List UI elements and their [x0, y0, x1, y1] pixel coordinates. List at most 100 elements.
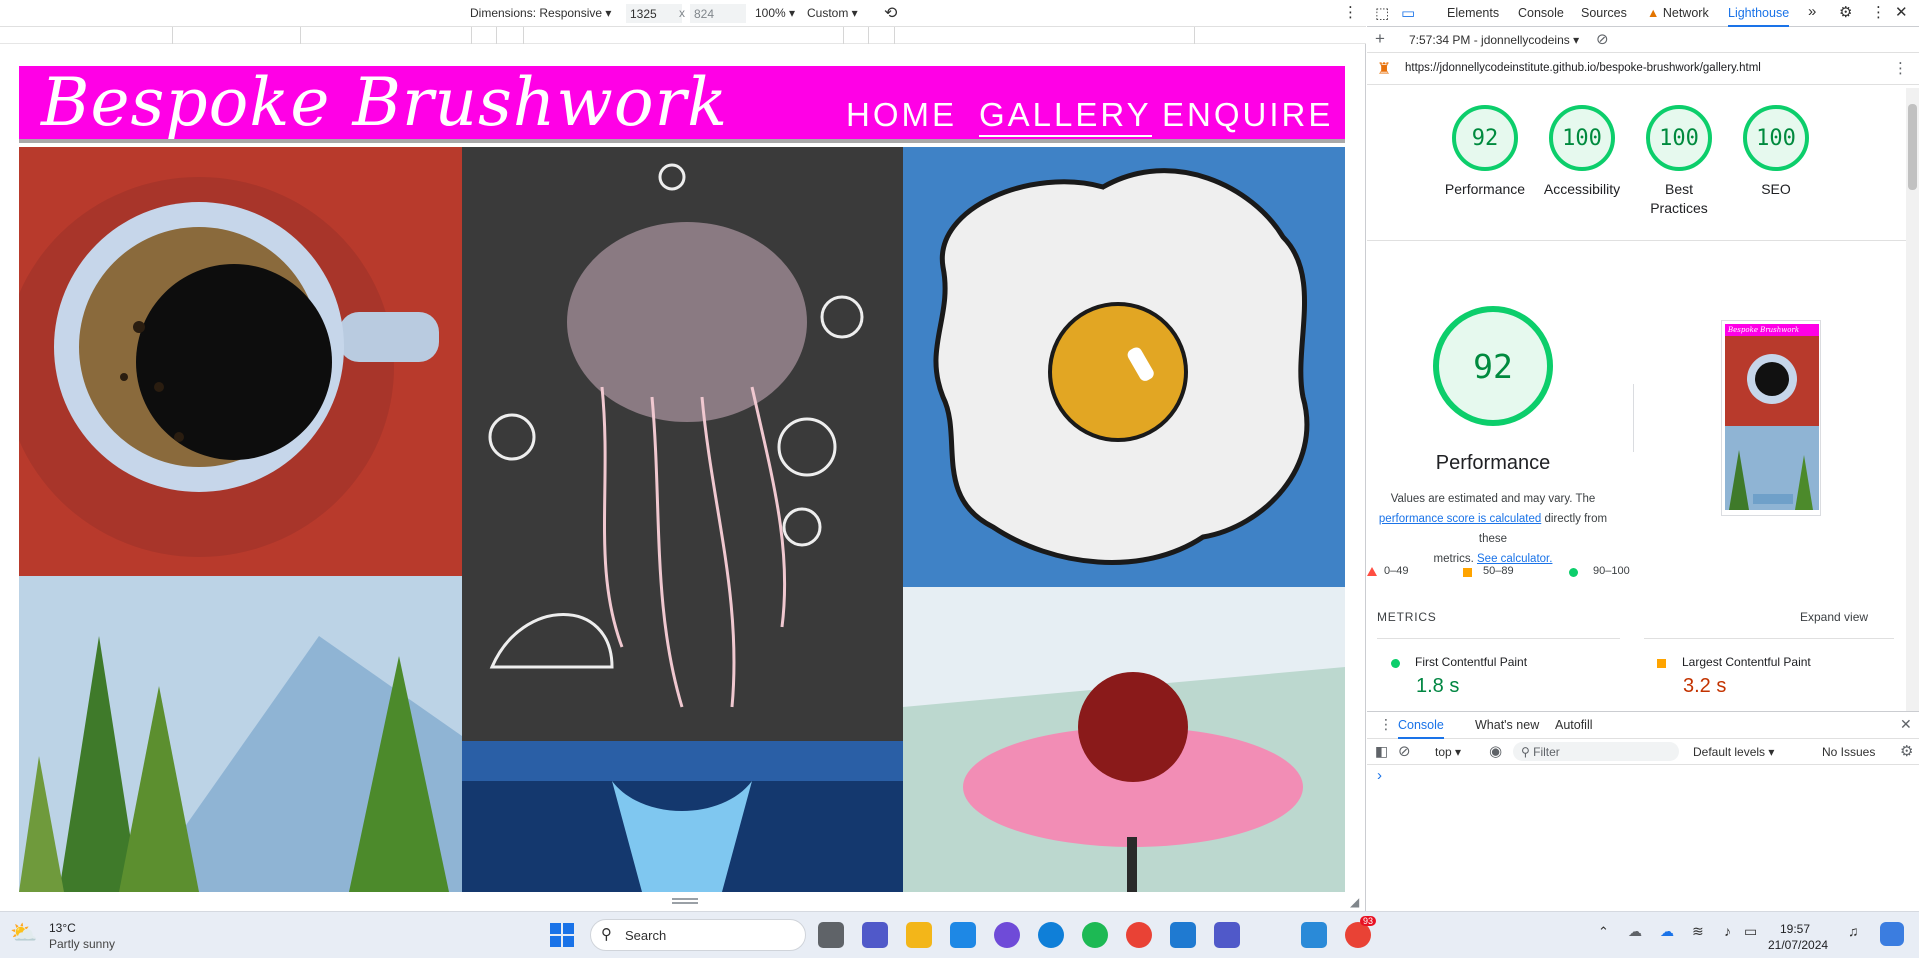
- nav-enquire[interactable]: ENQUIRE: [1162, 96, 1333, 134]
- throttle-dropdown[interactable]: Custom ▾: [807, 6, 858, 20]
- cloud-sync-icon[interactable]: ☁: [1660, 923, 1674, 940]
- dimensions-dropdown[interactable]: Dimensions: Responsive ▾: [470, 6, 611, 20]
- customize-icon[interactable]: ⋮: [1871, 3, 1886, 21]
- drawer-tab-console[interactable]: Console: [1398, 718, 1444, 739]
- file-explorer-icon[interactable]: [906, 922, 932, 948]
- onedrive-icon[interactable]: ☁: [1628, 923, 1642, 940]
- close-drawer-icon[interactable]: ✕: [1900, 716, 1912, 733]
- console-filter-input[interactable]: ⚲ Filter: [1513, 742, 1679, 761]
- task-view-icon[interactable]: [818, 922, 844, 948]
- scrollbar-thumb[interactable]: [1908, 104, 1917, 190]
- tab-lighthouse[interactable]: Lighthouse: [1728, 6, 1790, 27]
- gallery-image-coffee[interactable]: [19, 147, 462, 576]
- gallery-image-egg[interactable]: [903, 147, 1345, 587]
- nav-home[interactable]: HOME: [846, 96, 957, 134]
- divider: [1644, 638, 1894, 639]
- final-screenshot-thumbnail[interactable]: Bespoke Brushwork: [1721, 320, 1821, 516]
- nav-gallery[interactable]: GALLERY: [979, 96, 1152, 137]
- log-levels-dropdown[interactable]: Default levels ▾: [1693, 745, 1774, 759]
- metrics-heading: METRICS: [1377, 610, 1437, 624]
- gallery-image-forest[interactable]: [19, 576, 462, 892]
- height-input[interactable]: [690, 4, 746, 23]
- corner-resize-icon[interactable]: ◢: [1350, 895, 1359, 909]
- snipping-tool-icon[interactable]: [1301, 922, 1327, 948]
- tab-network[interactable]: ▲ Network: [1647, 6, 1709, 20]
- resize-handle[interactable]: [672, 898, 698, 904]
- report-selector[interactable]: 7:57:34 PM - jdonnellycodeins ▾: [1409, 33, 1579, 47]
- legend-average: 50–89: [1483, 565, 1514, 577]
- tray-chevron-icon[interactable]: ⌃: [1598, 924, 1609, 940]
- expand-view-button[interactable]: Expand view: [1800, 610, 1868, 624]
- teams-icon[interactable]: [862, 922, 888, 948]
- weather-temp[interactable]: 13°C: [49, 921, 76, 935]
- sidebar-toggle-icon[interactable]: ◧: [1375, 743, 1388, 760]
- see-calculator-link[interactable]: See calculator.: [1477, 553, 1552, 565]
- gauge-label-seo: SEO: [1761, 181, 1791, 197]
- fcp-status-icon: [1391, 659, 1400, 668]
- report-scrollbar[interactable]: [1906, 88, 1919, 711]
- console-settings-icon[interactable]: ⚙: [1900, 742, 1913, 760]
- fcp-value: 1.8 s: [1416, 675, 1460, 697]
- console-drawer: ⋮ Console What's new Autofill ✕ ◧ ⊘ top …: [1367, 711, 1919, 911]
- gauge-seo[interactable]: 100: [1743, 105, 1809, 171]
- battery-icon[interactable]: ▭: [1744, 923, 1757, 940]
- new-report-icon[interactable]: +: [1375, 29, 1385, 49]
- gauge-label-performance: Performance: [1444, 181, 1526, 197]
- gauge-performance[interactable]: 92: [1452, 105, 1518, 171]
- context-selector[interactable]: top ▾: [1435, 745, 1461, 759]
- lcp-status-icon: [1657, 659, 1666, 668]
- taskbar-search[interactable]: ⚲ Search: [590, 919, 806, 951]
- edge-icon[interactable]: [1038, 922, 1064, 948]
- clock-date[interactable]: 21/07/2024: [1768, 938, 1828, 952]
- close-devtools-icon[interactable]: ✕: [1895, 3, 1908, 21]
- spotify-icon[interactable]: [1082, 922, 1108, 948]
- gallery-image-jellyfish[interactable]: [462, 147, 903, 741]
- tab-sources[interactable]: Sources: [1581, 6, 1627, 20]
- width-input[interactable]: [626, 4, 682, 23]
- lcp-label: Largest Contentful Paint: [1682, 655, 1811, 669]
- start-button[interactable]: [550, 923, 574, 947]
- clock-time[interactable]: 19:57: [1780, 922, 1810, 936]
- clear-icon[interactable]: ⊘: [1596, 30, 1609, 48]
- drawer-tab-autofill[interactable]: Autofill: [1555, 718, 1593, 732]
- wifi-icon[interactable]: ≋: [1692, 923, 1704, 940]
- warning-icon: ▲: [1647, 6, 1660, 20]
- media-query-ruler: [0, 27, 1366, 44]
- console-prompt[interactable]: ›: [1377, 767, 1382, 784]
- tab-elements[interactable]: Elements: [1447, 6, 1499, 20]
- tab-console[interactable]: Console: [1518, 6, 1564, 20]
- windows-taskbar: ⛅ 13°C Partly sunny ⚲ Search 93 ⌃ ☁ ☁ ≋ …: [0, 911, 1919, 958]
- more-tabs-icon[interactable]: »: [1808, 3, 1816, 20]
- gauge-accessibility[interactable]: 100: [1549, 105, 1615, 171]
- device-toolbar: Dimensions: Responsive ▾ x 100% ▾ Custom…: [0, 0, 1366, 27]
- notification-bell-icon[interactable]: ♫: [1848, 923, 1859, 939]
- device-toggle-icon[interactable]: ▭: [1401, 4, 1415, 22]
- clear-console-icon[interactable]: ⊘: [1398, 742, 1411, 760]
- report-url[interactable]: https://jdonnellycodeinstitute.github.io…: [1405, 62, 1761, 74]
- site-logo[interactable]: Bespoke Brushwork: [41, 66, 728, 141]
- inspect-element-icon[interactable]: ⬚: [1375, 4, 1389, 22]
- volume-icon[interactable]: ♪: [1724, 923, 1731, 939]
- report-menu-icon[interactable]: ⋮: [1893, 59, 1908, 77]
- drawer-menu-icon[interactable]: ⋮: [1379, 716, 1393, 733]
- settings-icon[interactable]: ⚙: [1839, 3, 1852, 21]
- more-options-icon[interactable]: ⋮: [1343, 3, 1358, 21]
- divider: [1633, 384, 1634, 452]
- drawer-tab-whats-new[interactable]: What's new: [1475, 718, 1539, 732]
- copilot-icon[interactable]: [994, 922, 1020, 948]
- rotate-icon[interactable]: ⟲: [884, 3, 897, 23]
- gallery-image-flower[interactable]: [903, 587, 1345, 892]
- weather-desc[interactable]: Partly sunny: [49, 937, 115, 951]
- live-expression-icon[interactable]: ◉: [1489, 742, 1502, 760]
- gallery-image-water[interactable]: [462, 741, 903, 892]
- gauge-best-practices[interactable]: 100: [1646, 105, 1712, 171]
- store-icon[interactable]: [950, 922, 976, 948]
- weather-icon[interactable]: ⛅: [10, 920, 37, 946]
- zoom-dropdown[interactable]: 100% ▾: [755, 6, 795, 20]
- issues-button[interactable]: No Issues: [1822, 745, 1875, 759]
- chrome-icon[interactable]: [1126, 922, 1152, 948]
- copilot-tray-icon[interactable]: [1880, 922, 1904, 946]
- teams-work-icon[interactable]: [1214, 922, 1240, 948]
- vscode-icon[interactable]: [1170, 922, 1196, 948]
- score-calculated-link[interactable]: performance score is calculated: [1379, 513, 1541, 525]
